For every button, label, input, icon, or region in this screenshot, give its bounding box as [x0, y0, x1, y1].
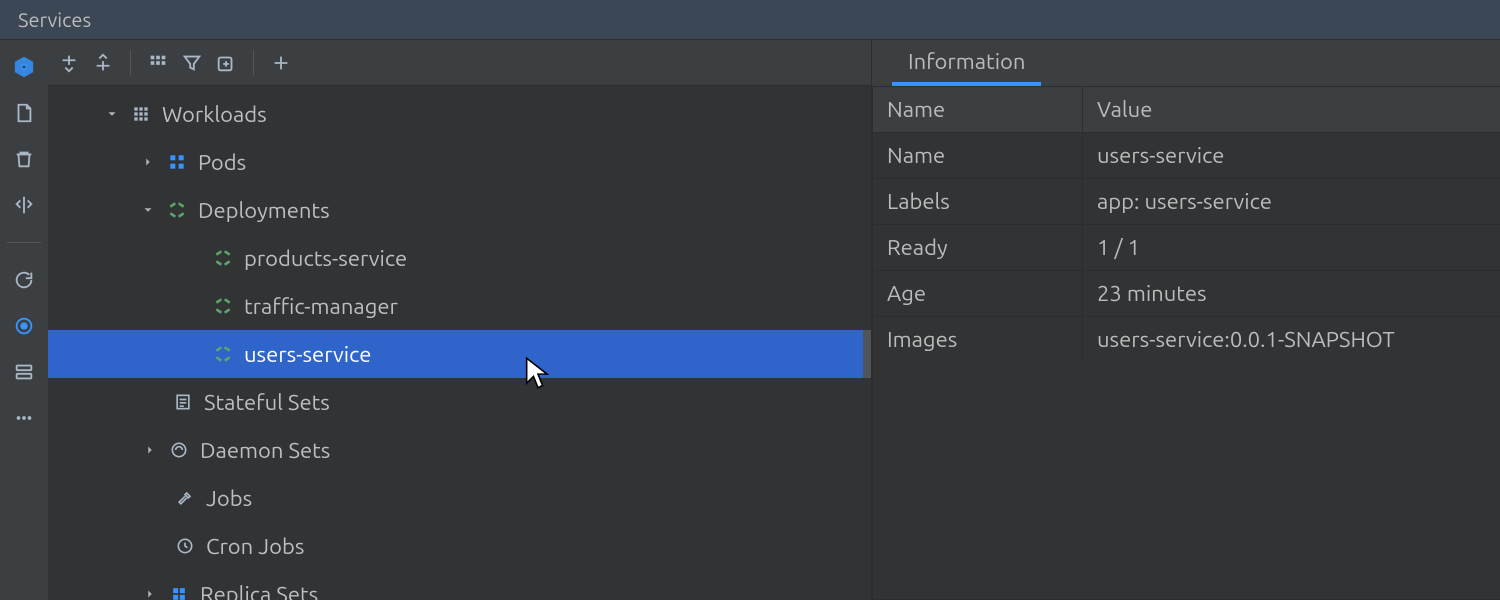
- tree-item-statefulsets[interactable]: Stateful Sets: [48, 378, 871, 426]
- tree-item-deployments[interactable]: Deployments: [48, 186, 871, 234]
- collapse-all-button[interactable]: [90, 50, 116, 76]
- info-row: Images users-service:0.0.1-SNAPSHOT: [873, 317, 1500, 362]
- tab-label: Information: [908, 49, 1025, 74]
- replicaset-icon: [164, 584, 194, 600]
- pods-icon: [162, 152, 192, 172]
- info-key: Labels: [873, 179, 1083, 224]
- tree-item-deployment-users[interactable]: users-service: [48, 330, 871, 378]
- header-name: Name: [873, 87, 1083, 132]
- window-title: Services: [0, 0, 1500, 40]
- info-row: Name users-service: [873, 133, 1500, 179]
- chevron-right-icon: [136, 443, 164, 457]
- tree-item-jobs[interactable]: Jobs: [48, 474, 871, 522]
- group-by-button[interactable]: [145, 50, 171, 76]
- tree-item-label: Cron Jobs: [206, 534, 304, 559]
- header-value: Value: [1083, 87, 1500, 132]
- deployment-icon: [208, 248, 238, 268]
- tree-item-replicasets[interactable]: Replica Sets: [48, 570, 871, 600]
- statefulset-icon: [168, 392, 198, 412]
- tree-toolbar: [48, 40, 871, 86]
- info-value: 1 / 1: [1083, 225, 1500, 270]
- info-value: users-service:0.0.1-SNAPSHOT: [1083, 317, 1500, 362]
- tree-item-label: Stateful Sets: [204, 390, 330, 415]
- tree-item-label: traffic-manager: [244, 294, 398, 319]
- tree-item-label: Workloads: [162, 102, 267, 127]
- tree-item-daemonsets[interactable]: Daemon Sets: [48, 426, 871, 474]
- clock-icon: [170, 536, 200, 556]
- left-icon-bar: [0, 40, 48, 600]
- open-new-tab-button[interactable]: [213, 50, 239, 76]
- info-row: Age 23 minutes: [873, 271, 1500, 317]
- tree-item-label: Replica Sets: [200, 582, 318, 600]
- chevron-right-icon: [136, 587, 164, 600]
- refresh-icon[interactable]: [11, 267, 37, 293]
- hammer-icon: [170, 488, 200, 508]
- expand-all-button[interactable]: [56, 50, 82, 76]
- chevron-down-icon: [98, 107, 126, 121]
- info-panel: Information Name Value Name users-servic…: [872, 40, 1500, 600]
- info-row: Labels app: users-service: [873, 179, 1500, 225]
- info-table-header: Name Value: [873, 87, 1500, 133]
- deployment-icon: [208, 296, 238, 316]
- services-tree: Workloads Pods: [48, 86, 871, 600]
- filter-button[interactable]: [179, 50, 205, 76]
- tab-information[interactable]: Information: [892, 39, 1041, 86]
- more-icon[interactable]: [11, 405, 37, 431]
- tree-item-label: Jobs: [206, 486, 252, 511]
- info-value: users-service: [1083, 133, 1500, 178]
- server-stack-icon[interactable]: [11, 359, 37, 385]
- trash-icon[interactable]: [11, 146, 37, 172]
- tree-item-cronjobs[interactable]: Cron Jobs: [48, 522, 871, 570]
- page-icon[interactable]: [11, 100, 37, 126]
- kubernetes-icon[interactable]: [11, 54, 37, 80]
- tree-item-deployment-traffic[interactable]: traffic-manager: [48, 282, 871, 330]
- info-value: 23 minutes: [1083, 271, 1500, 316]
- window-title-text: Services: [18, 8, 91, 31]
- info-key: Age: [873, 271, 1083, 316]
- tree-item-label: users-service: [244, 342, 371, 367]
- info-value: app: users-service: [1083, 179, 1500, 224]
- tree-item-label: products-service: [244, 246, 407, 271]
- info-key: Ready: [873, 225, 1083, 270]
- diff-split-icon[interactable]: [11, 192, 37, 218]
- info-key: Images: [873, 317, 1083, 362]
- chevron-down-icon: [134, 203, 162, 217]
- chevron-right-icon: [134, 155, 162, 169]
- info-row: Ready 1 / 1: [873, 225, 1500, 271]
- tree-item-label: Pods: [198, 150, 246, 175]
- grid-icon: [126, 104, 156, 124]
- target-icon[interactable]: [11, 313, 37, 339]
- deployment-icon: [208, 344, 238, 364]
- tree-item-pods[interactable]: Pods: [48, 138, 871, 186]
- daemonset-icon: [164, 440, 194, 460]
- tree-item-deployment-products[interactable]: products-service: [48, 234, 871, 282]
- add-service-button[interactable]: [268, 50, 294, 76]
- info-key: Name: [873, 133, 1083, 178]
- tree-item-workloads[interactable]: Workloads: [48, 90, 871, 138]
- tree-item-label: Deployments: [198, 198, 330, 223]
- tree-item-label: Daemon Sets: [200, 438, 330, 463]
- deployment-icon: [162, 200, 192, 220]
